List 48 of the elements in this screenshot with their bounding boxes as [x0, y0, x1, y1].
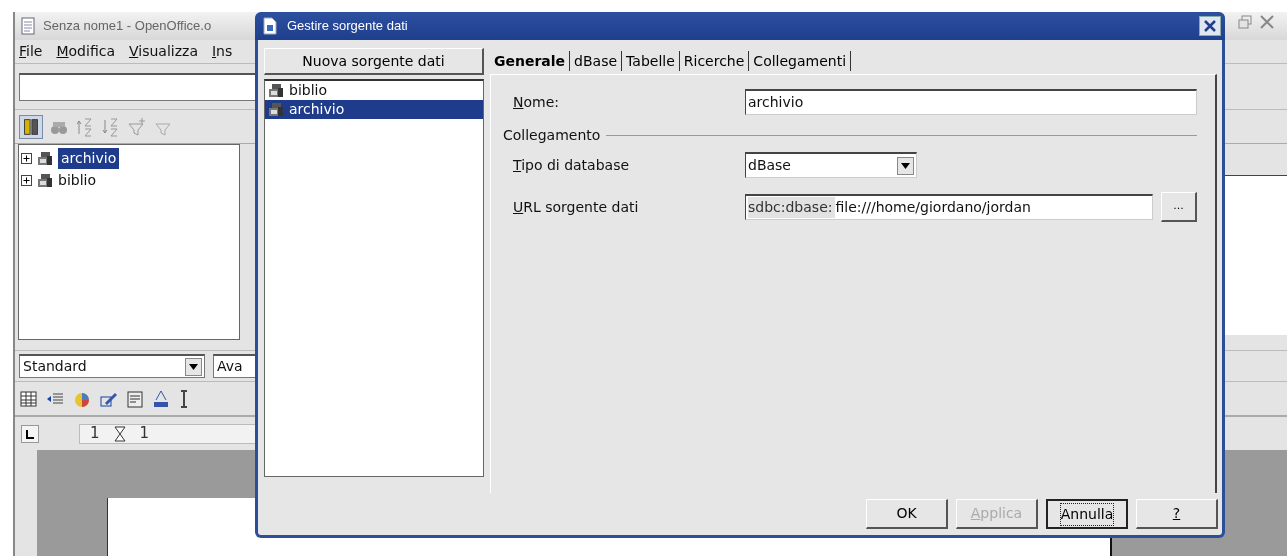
menu-item[interactable]: Ins — [211, 41, 233, 62]
name-field[interactable]: archivio — [745, 89, 1197, 115]
tab[interactable]: Tabelle — [622, 51, 680, 71]
tab[interactable]: Ricerche — [679, 51, 750, 71]
expand-icon[interactable] — [21, 152, 32, 164]
ruler-number: 1 — [90, 423, 100, 445]
dropdown-arrow-icon — [189, 363, 198, 370]
ruler-number: 1 — [139, 423, 150, 445]
menu-item[interactable]: File — [19, 41, 43, 62]
dropdown-arrow-icon — [901, 162, 910, 169]
dialog-button[interactable]: ? — [1136, 499, 1218, 529]
database-icon — [268, 102, 284, 117]
field-label: Nome: — [513, 92, 561, 112]
close-button[interactable] — [1199, 16, 1221, 36]
url-field[interactable]: sdbc:dbase: file:///home/giordano/jordan — [745, 194, 1153, 220]
tab[interactable]: Collegamenti — [749, 51, 852, 71]
tree-item[interactable]: biblio — [58, 169, 96, 191]
tab[interactable]: Generale — [490, 51, 571, 71]
style-dropdown[interactable]: Standard — [19, 354, 205, 378]
close-icon[interactable] — [1259, 14, 1275, 30]
menu-item[interactable]: Visualizza — [129, 41, 198, 62]
data-source-icon[interactable] — [19, 114, 43, 139]
browse-button[interactable]: ... — [1161, 192, 1197, 222]
field-label: Tipo di database — [513, 155, 631, 175]
source-item[interactable]: archivio — [265, 100, 483, 119]
database-type-dropdown[interactable]: dBase — [745, 152, 917, 178]
tab[interactable]: dBase — [570, 51, 623, 71]
tree-item[interactable]: archivio — [58, 147, 120, 169]
tab-stop-icon[interactable] — [21, 424, 39, 443]
database-icon — [37, 172, 53, 188]
document-icon — [21, 17, 35, 35]
section-heading: Collegamento — [503, 126, 601, 145]
dialog-button[interactable]: OK — [866, 499, 948, 529]
close-icon — [1203, 19, 1217, 33]
window-title: Senza nome1 - OpenOffice.o — [43, 17, 212, 36]
database-icon — [268, 83, 284, 98]
table-icon[interactable] — [19, 388, 39, 409]
new-source-button[interactable]: Nuova sorgente dati — [264, 48, 484, 75]
field-label: URL sorgente dati — [513, 197, 640, 217]
dialog-button[interactable]: Annulla — [1046, 499, 1128, 529]
menu-item[interactable]: Modifica — [56, 41, 115, 62]
dialog-title: Gestire sorgente dati — [287, 17, 408, 36]
source-item[interactable]: biblio — [265, 81, 483, 100]
indent-marker-icon[interactable] — [113, 425, 126, 442]
expand-icon[interactable] — [21, 174, 32, 186]
form-icon[interactable] — [125, 388, 145, 409]
database-icon — [37, 150, 53, 166]
document-icon — [263, 17, 277, 35]
